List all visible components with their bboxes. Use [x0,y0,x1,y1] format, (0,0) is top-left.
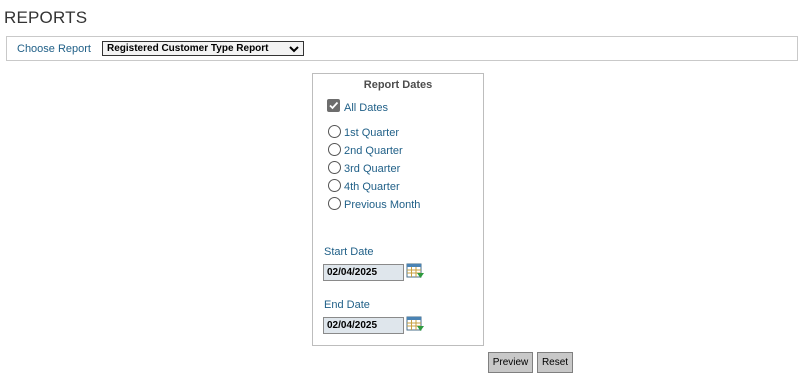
report-dates-panel: Report Dates All Dates 1st Quarter 2nd Q… [312,73,484,346]
all-dates-label[interactable]: All Dates [344,102,388,114]
start-date-value: 02/04/2025 [327,267,378,278]
radio-circle[interactable] [328,161,341,174]
radio-circle[interactable] [328,143,341,156]
choose-report-bar: Choose Report Registered Customer Type R… [6,36,798,61]
report-dates-title: Report Dates [363,79,433,91]
report-select-value: Registered Customer Type Report [107,43,269,54]
radio-label[interactable]: 4th Quarter [344,181,400,193]
reset-button[interactable]: Reset [537,352,573,373]
calendar-icon[interactable] [406,316,425,333]
calendar-icon[interactable] [406,263,425,280]
report-select[interactable]: Registered Customer Type Report [102,41,304,56]
radio-label[interactable]: 1st Quarter [344,127,399,139]
end-date-value: 02/04/2025 [327,320,378,331]
radio-circle[interactable] [328,197,341,210]
preview-button[interactable]: Preview [488,352,533,373]
radio-label[interactable]: Previous Month [344,199,420,211]
checkmark-icon [329,101,339,110]
start-date-input[interactable]: 02/04/2025 [323,264,404,281]
choose-report-label: Choose Report [17,43,91,55]
radio-circle[interactable] [328,179,341,192]
radio-label[interactable]: 3rd Quarter [344,163,400,175]
radio-circle[interactable] [328,125,341,138]
chevron-down-icon [289,46,299,53]
all-dates-checkbox[interactable] [327,99,340,112]
end-date-input[interactable]: 02/04/2025 [323,317,404,334]
end-date-label: End Date [324,299,370,311]
radio-label[interactable]: 2nd Quarter [344,145,403,157]
start-date-label: Start Date [324,246,374,258]
page-title: REPORTS [4,8,88,27]
